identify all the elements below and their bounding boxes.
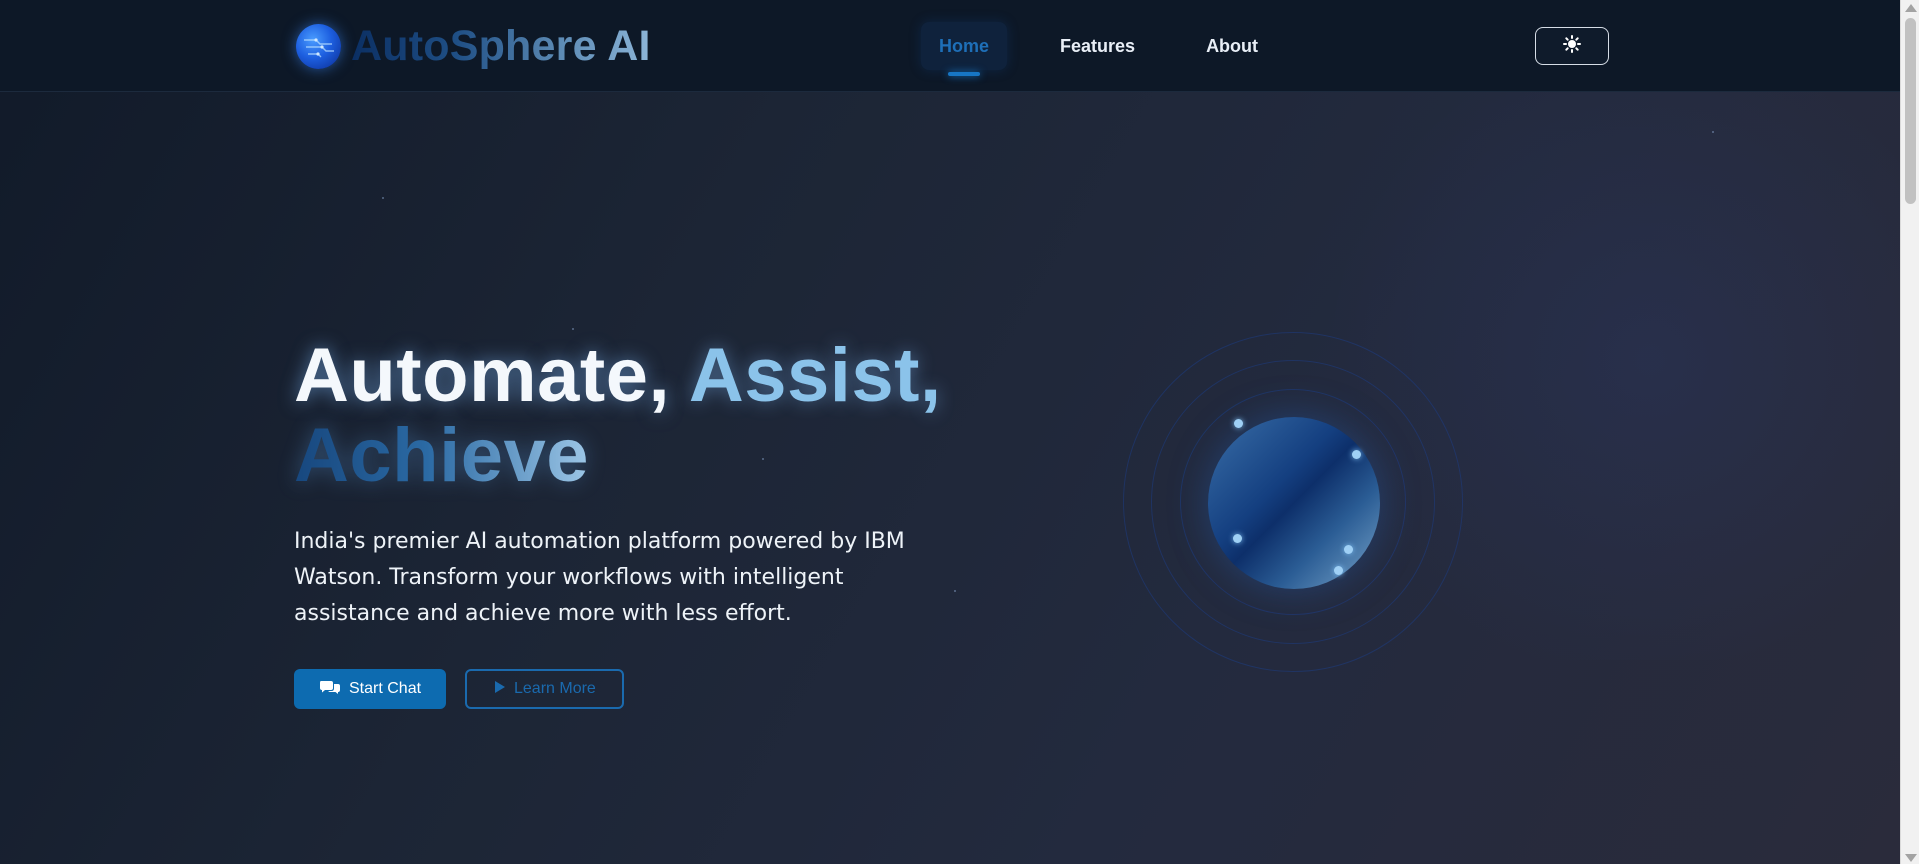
learn-more-button[interactable]: Learn More: [465, 669, 624, 709]
theme-toggle-button[interactable]: [1535, 27, 1609, 65]
hero-title-word-achieve: Achieve: [294, 413, 589, 498]
hero-title-word-automate: Automate,: [294, 333, 671, 418]
page: AutoSphere AI Home Features About Automa…: [0, 0, 1900, 864]
page-scrollbar[interactable]: [1900, 0, 1919, 864]
background-star: [1712, 131, 1714, 133]
site-header: AutoSphere AI Home Features About: [0, 0, 1900, 92]
start-chat-button[interactable]: Start Chat: [294, 669, 446, 709]
brand-name: AutoSphere AI: [351, 21, 651, 70]
scroll-up-arrow-icon[interactable]: [1905, 4, 1917, 12]
start-chat-label: Start Chat: [349, 680, 422, 697]
orb-sphere: [1208, 417, 1380, 589]
learn-more-label: Learn More: [514, 680, 596, 697]
brand-logo[interactable]: AutoSphere AI: [296, 22, 651, 70]
nav-features[interactable]: Features: [1042, 22, 1153, 70]
background-star: [954, 590, 956, 592]
orb-particle: [1334, 566, 1343, 575]
scroll-down-arrow-icon[interactable]: [1905, 854, 1917, 862]
comments-icon: [319, 679, 341, 700]
main-nav: Home Features About: [921, 22, 1276, 76]
nav-about[interactable]: About: [1188, 22, 1276, 70]
orb-particle: [1234, 419, 1243, 428]
background-star: [382, 197, 384, 199]
background-star: [572, 328, 574, 330]
orb-particle: [1352, 450, 1361, 459]
orb-particle: [1233, 534, 1242, 543]
hero-title: Automate, Assist, Achieve: [294, 336, 994, 496]
nav-home[interactable]: Home: [921, 22, 1008, 76]
ai-orb-illustration: [1123, 332, 1463, 672]
hero-description: India's premier AI automation platform p…: [294, 529, 905, 626]
hero-title-word-assist: Assist,: [688, 333, 942, 418]
globe-circuit-icon: [296, 23, 341, 69]
orb-particle: [1344, 545, 1353, 554]
scroll-thumb[interactable]: [1905, 18, 1916, 204]
sun-icon: [1563, 34, 1581, 58]
play-icon: [494, 680, 506, 699]
